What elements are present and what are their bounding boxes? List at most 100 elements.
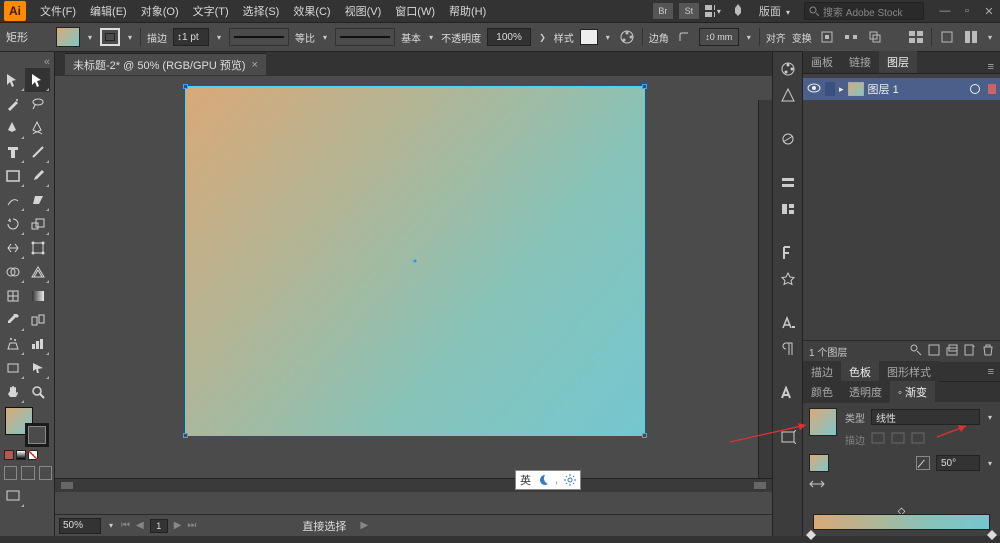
menu-view[interactable]: 视图(V) xyxy=(339,1,388,21)
eyedropper-tool[interactable] xyxy=(0,308,25,332)
zoom-level-input[interactable]: 50% xyxy=(59,518,101,534)
gradient-tool[interactable] xyxy=(25,284,50,308)
selection-handle[interactable] xyxy=(183,84,188,89)
stroke-swatch[interactable] xyxy=(100,28,120,46)
transform-each-icon[interactable] xyxy=(938,29,956,45)
stroke-dropdown[interactable]: ▾ xyxy=(126,33,134,42)
setup-icon[interactable] xyxy=(962,29,980,45)
color-tab[interactable]: 颜色 xyxy=(803,381,841,403)
lasso-tool[interactable] xyxy=(25,92,50,116)
free-transform-tool[interactable] xyxy=(25,236,50,260)
menu-object[interactable]: 对象(O) xyxy=(135,1,185,21)
brushes-panel-icon[interactable] xyxy=(777,172,799,194)
menu-effect[interactable]: 效果(C) xyxy=(287,1,336,21)
stroke-tab[interactable]: 描边 xyxy=(803,361,841,383)
shape-builder-tool[interactable] xyxy=(0,260,25,284)
transparency-tab[interactable]: 透明度 xyxy=(841,381,890,403)
artboards-tab[interactable]: 画板 xyxy=(803,51,841,73)
rotate-tool[interactable] xyxy=(0,212,25,236)
selection-tool[interactable] xyxy=(0,68,25,92)
adobe-stock-search[interactable]: 搜索 Adobe Stock xyxy=(804,2,924,20)
stroke-indicator[interactable] xyxy=(25,423,49,447)
canvas[interactable]: 英 , xyxy=(55,76,772,514)
bridge-button[interactable]: Br xyxy=(653,3,673,19)
glyph-panel-icon[interactable] xyxy=(777,382,799,404)
menu-file[interactable]: 文件(F) xyxy=(34,1,82,21)
stroke-gradient-across-icon[interactable] xyxy=(911,432,925,447)
close-tab-icon[interactable]: × xyxy=(252,59,258,71)
gradient-type-dropdown[interactable]: 线性 xyxy=(871,409,980,425)
target-icon[interactable] xyxy=(970,84,980,94)
document-tab[interactable]: 未标题-2* @ 50% (RGB/GPU 预览) × xyxy=(65,53,266,75)
gradient-preview-swatch[interactable] xyxy=(809,408,837,436)
mesh-tool[interactable] xyxy=(0,284,25,308)
paragraph-panel-icon[interactable] xyxy=(777,338,799,360)
close-button[interactable]: ✕ xyxy=(982,4,996,18)
graphic-styles-tab[interactable]: 图形样式 xyxy=(879,361,939,383)
toolbox-collapse-icon[interactable]: « xyxy=(44,56,50,68)
shape-mode-icon[interactable] xyxy=(866,29,884,45)
stroke-width-input[interactable]: ↕ 1 pt xyxy=(173,28,209,46)
graphic-style-swatch[interactable] xyxy=(580,29,598,45)
ime-indicator[interactable]: 英 , xyxy=(515,470,581,490)
color-swatch[interactable] xyxy=(4,450,14,460)
make-clipping-mask-icon[interactable] xyxy=(928,344,940,359)
curvature-tool[interactable] xyxy=(25,116,50,140)
horizontal-scrollbar[interactable] xyxy=(55,478,772,492)
gradient-stop-right[interactable] xyxy=(987,530,997,540)
paintbrush-tool[interactable] xyxy=(25,164,50,188)
character-panel-icon[interactable] xyxy=(777,312,799,334)
blend-tool[interactable] xyxy=(25,308,50,332)
none-swatch[interactable] xyxy=(28,450,38,460)
links-tab[interactable]: 链接 xyxy=(841,51,879,73)
gradient-stop-left[interactable] xyxy=(806,530,816,540)
color-panel-icon[interactable] xyxy=(777,58,799,80)
menu-window[interactable]: 窗口(W) xyxy=(389,1,441,21)
gradient-tab[interactable]: ◦ 渐变 xyxy=(890,381,935,403)
symbol-sprayer-tool[interactable] xyxy=(0,332,25,356)
gear-icon[interactable] xyxy=(564,474,576,486)
new-layer-icon[interactable] xyxy=(964,344,976,359)
corner-type-icon[interactable] xyxy=(675,29,693,45)
fill-swatch[interactable] xyxy=(56,27,80,47)
selected-rectangle[interactable] xyxy=(185,86,645,436)
delete-layer-icon[interactable] xyxy=(982,344,994,359)
draw-inside[interactable] xyxy=(39,466,52,480)
hand-tool[interactable] xyxy=(0,380,25,404)
visibility-toggle-icon[interactable] xyxy=(807,83,821,96)
new-sublayer-icon[interactable] xyxy=(946,344,958,359)
reverse-gradient-icon[interactable] xyxy=(809,479,825,492)
swatches-tab[interactable]: 色板 xyxy=(841,361,879,383)
status-menu-icon[interactable]: ▶ xyxy=(360,520,368,531)
selection-handle[interactable] xyxy=(642,84,647,89)
grid-icon[interactable] xyxy=(907,29,925,45)
column-graph-tool[interactable] xyxy=(25,332,50,356)
panel-menu-icon[interactable]: ≡ xyxy=(982,61,1000,73)
transform-label[interactable]: 变换 xyxy=(792,30,812,45)
arrange-documents-icon[interactable]: ▾ xyxy=(705,3,723,19)
stroke-gradient-within-icon[interactable] xyxy=(871,432,885,447)
scale-tool[interactable] xyxy=(25,212,50,236)
artboard-tool[interactable] xyxy=(0,356,25,380)
slice-tool[interactable] xyxy=(25,356,50,380)
menu-edit[interactable]: 编辑(E) xyxy=(84,1,133,21)
stroke-gradient-along-icon[interactable] xyxy=(891,432,905,447)
direct-selection-tool[interactable] xyxy=(25,68,50,92)
screen-mode-button[interactable] xyxy=(0,484,25,508)
first-artboard-button[interactable]: ⏮ xyxy=(121,520,130,531)
next-artboard-button[interactable]: ▶ xyxy=(174,520,182,531)
artboard-number[interactable]: 1 xyxy=(150,519,168,533)
minimize-button[interactable]: — xyxy=(938,4,952,18)
layer-name[interactable]: 图层 1 xyxy=(868,81,899,97)
opacity-input[interactable]: 100% xyxy=(487,28,531,46)
type-tool[interactable] xyxy=(0,140,25,164)
draw-normal[interactable] xyxy=(4,466,17,480)
color-guide-panel-icon[interactable] xyxy=(777,84,799,106)
swatches-panel-icon[interactable] xyxy=(777,128,799,150)
layers-tab[interactable]: 图层 xyxy=(879,51,917,73)
locate-object-icon[interactable] xyxy=(910,344,922,359)
gpu-rocket-icon[interactable] xyxy=(729,3,747,19)
gradient-swatch[interactable] xyxy=(16,450,26,460)
fill-dropdown[interactable]: ▾ xyxy=(86,33,94,42)
brush-definition[interactable] xyxy=(335,28,395,46)
